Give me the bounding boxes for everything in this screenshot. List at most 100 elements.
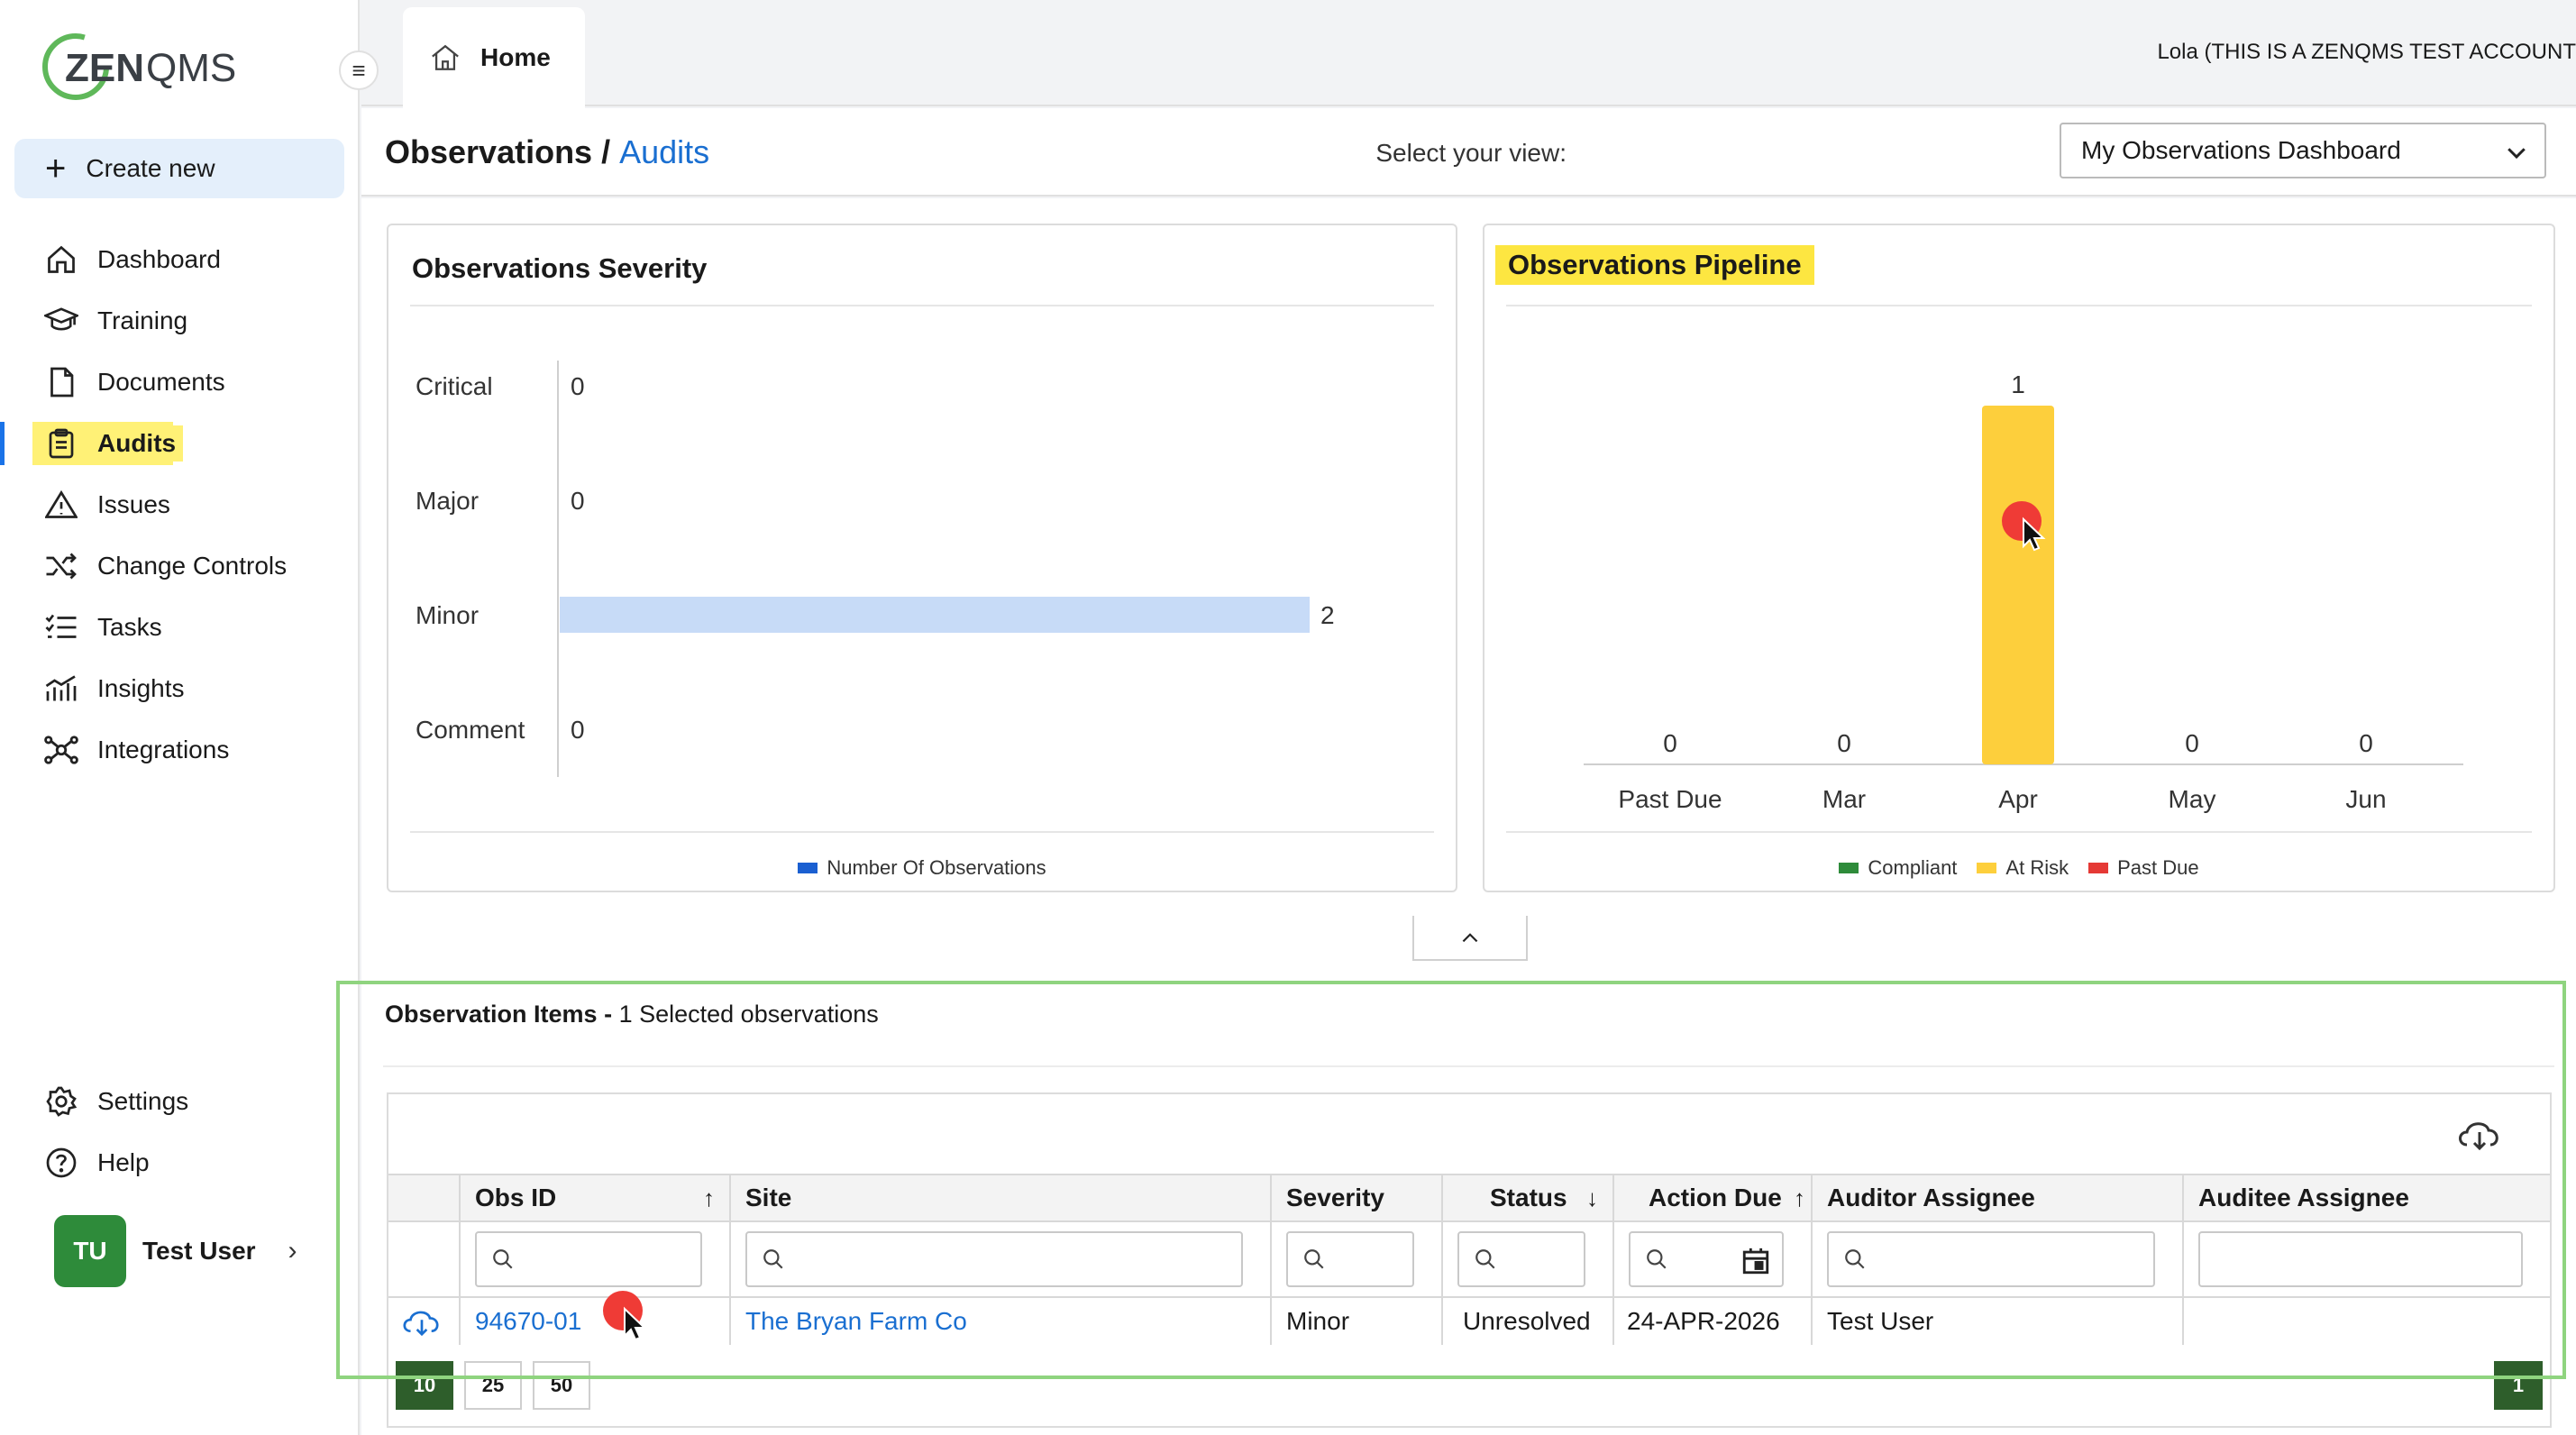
zenqms-logo[interactable]: ZEN QMS [41,27,249,108]
y-tick-label: Major [416,487,479,515]
auditee-cell [2184,1298,2550,1345]
legend-item-at-risk[interactable]: At Risk [1977,856,2069,880]
cloud-download-icon[interactable] [399,1305,444,1338]
tab-home[interactable]: Home [403,7,585,108]
auditor-filter-input[interactable] [1827,1231,2155,1287]
severity-legend: Number Of Observations [388,856,1456,880]
column-header-label: Site [745,1184,792,1211]
legend-item-past-due[interactable]: Past Due [2088,856,2199,880]
site-cell: The Bryan Farm Co [731,1298,1272,1345]
site-link[interactable]: The Bryan Farm Co [745,1307,967,1336]
column-header-auditee-assignee[interactable]: Auditee Assignee [2184,1175,2550,1220]
site-filter-input[interactable] [745,1231,1243,1287]
y-tick-label: Comment [416,716,525,744]
breadcrumb-link-audits[interactable]: Audits [619,133,709,170]
table-row[interactable]: 94670-01 The Bryan Farm Co Minor Unresol… [388,1296,2550,1345]
auditee-filter-input[interactable] [2198,1231,2523,1287]
filter-cell [461,1222,731,1296]
legend-label: Number Of Observations [827,856,1046,879]
sidebar-item-documents[interactable]: Documents [0,355,360,409]
clipboard-icon [43,425,79,462]
plus-icon: + [45,149,67,188]
page-size-10-button[interactable]: 10 [396,1361,453,1410]
search-icon [1845,1249,1865,1269]
tab-home-label: Home [480,43,551,71]
divider [410,831,1434,833]
view-select[interactable]: My Observations Dashboard [2060,123,2546,178]
view-select-value: My Observations Dashboard [2081,136,2401,164]
svg-text:QMS: QMS [146,46,236,90]
chart-icon [43,671,79,707]
arrow-up-icon: ↑ [1794,1184,1805,1211]
legend-swatch [798,863,818,873]
column-header-label: Auditor Assignee [1827,1184,2035,1211]
chevron-right-icon: › [288,1236,297,1266]
view-select-label: Select your view: [1375,139,1567,167]
sidebar-item-change-controls[interactable]: Change Controls [0,539,360,593]
user-menu[interactable]: TU Test User › [54,1215,297,1287]
obs-id-link[interactable]: 94670-01 [475,1307,581,1336]
auditor-cell: Test User [1813,1298,2184,1345]
sidebar-item-integrations[interactable]: Integrations [0,723,360,777]
severity-filter-input[interactable] [1286,1231,1414,1287]
x-tick-label: Apr [1998,785,2038,813]
status-filter-input[interactable] [1457,1231,1585,1287]
action-due-filter-input[interactable] [1629,1231,1784,1287]
legend-item[interactable]: Number Of Observations [798,856,1046,880]
chevron-down-icon [2507,148,2526,160]
table-filter-row [388,1220,2550,1296]
gear-icon [43,1083,79,1120]
filter-cell [1614,1222,1813,1296]
data-label: 0 [2185,729,2199,757]
sidebar-toggle-button[interactable]: ≡ [339,50,379,90]
page-title: Observations / [385,133,611,170]
create-new-button[interactable]: + Create new [14,139,344,198]
column-header-action-due[interactable]: Action Due ↑ [1614,1175,1813,1220]
severity-chart: Critical 0 Major 0 Minor 2 Comment 0 [416,361,1335,777]
column-header-label: Action Due [1649,1184,1782,1211]
legend-item-compliant[interactable]: Compliant [1839,856,1957,880]
column-header-obs-id[interactable]: Obs ID ↑ [461,1175,731,1220]
sidebar-item-tasks[interactable]: Tasks [0,600,360,654]
sidebar-item-help[interactable]: Help [0,1136,360,1190]
page-1-button[interactable]: 1 [2494,1361,2543,1410]
data-label: 2 [1320,601,1335,629]
divider [383,1065,2554,1067]
search-icon [1475,1249,1495,1269]
column-header-status[interactable]: Status ↓ [1443,1175,1614,1220]
topbar: Home Lola (THIS IS A ZENQMS TEST ACCOUNT [361,0,2576,108]
user-name: Test User [142,1237,256,1265]
sidebar-item-audits[interactable]: Audits [0,416,360,471]
sidebar-item-insights[interactable]: Insights [0,662,360,716]
column-header-auditor-assignee[interactable]: Auditor Assignee [1813,1175,2184,1220]
data-label: 0 [571,716,585,744]
search-icon [763,1249,783,1269]
x-tick-label: Past Due [1618,785,1722,813]
page-size-50-button[interactable]: 50 [533,1361,590,1410]
sidebar-item-training[interactable]: Training [0,294,360,348]
calendar-icon[interactable] [1740,1246,1771,1276]
arrow-up-icon: ↑ [703,1184,715,1211]
account-label[interactable]: Lola (THIS IS A ZENQMS TEST ACCOUNT [2157,40,2576,65]
column-header-severity[interactable]: Severity [1272,1175,1443,1220]
search-icon [493,1249,513,1269]
items-selected-count: 1 Selected observations [618,1001,879,1028]
cloud-download-icon[interactable] [2454,1116,2505,1152]
filter-cell [2184,1222,2550,1296]
sidebar-item-dashboard[interactable]: Dashboard [0,233,360,287]
column-header-site[interactable]: Site [731,1175,1272,1220]
sidebar-item-label: Settings [97,1087,189,1115]
obs-id-filter-input[interactable] [475,1231,702,1287]
status-cell: Unresolved [1443,1298,1614,1345]
sidebar-item-label: Training [97,306,188,334]
page-size-25-button[interactable]: 25 [464,1361,522,1410]
sidebar-item-issues[interactable]: Issues [0,478,360,532]
collapse-charts-button[interactable] [1412,916,1528,961]
column-header-actions [388,1175,461,1220]
pipeline-legend: Compliant At Risk Past Due [1484,856,2553,880]
items-title: Observation Items - 1 Selected observati… [385,1001,879,1028]
items-title-label: Observation Items - [385,1001,613,1028]
obs-id-cell: 94670-01 [461,1298,731,1345]
checklist-icon [43,609,79,645]
sidebar-item-settings[interactable]: Settings [0,1074,360,1129]
